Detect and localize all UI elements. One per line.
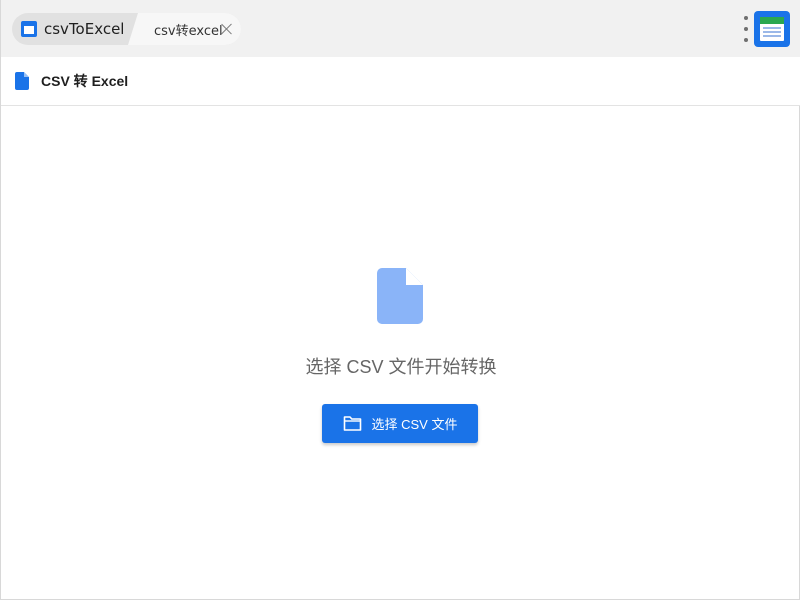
tab-csv-to-excel[interactable]: csv转excel xyxy=(128,13,241,45)
page-title: CSV 转 Excel xyxy=(41,73,129,89)
choose-csv-button-label: 选择 CSV 文件 xyxy=(371,417,458,432)
tab-app-label: csvToExcel xyxy=(44,20,125,38)
tab-group: csvToExcel csv转excel xyxy=(12,13,241,45)
file-icon xyxy=(15,72,29,90)
csv-to-excel-app-icon[interactable] xyxy=(754,11,790,47)
tab-app[interactable]: csvToExcel xyxy=(12,13,134,45)
app-window-icon xyxy=(21,21,37,37)
tab-page-label: csv转excel xyxy=(154,23,223,39)
main-content: 选择 CSV 文件开始转换 选择 CSV 文件 xyxy=(1,107,800,599)
close-icon[interactable] xyxy=(220,22,234,36)
app-window: csvToExcel csv转excel CSV 转 Excel 选择 CSV … xyxy=(0,0,800,600)
more-vert-icon[interactable] xyxy=(742,16,750,42)
file-icon xyxy=(377,268,423,324)
page-header: CSV 转 Excel xyxy=(1,57,800,106)
folder-icon xyxy=(343,416,361,431)
tab-bar: csvToExcel csv转excel xyxy=(1,0,800,57)
choose-csv-button[interactable]: 选择 CSV 文件 xyxy=(322,404,478,443)
empty-state-prompt: 选择 CSV 文件开始转换 xyxy=(305,357,497,377)
